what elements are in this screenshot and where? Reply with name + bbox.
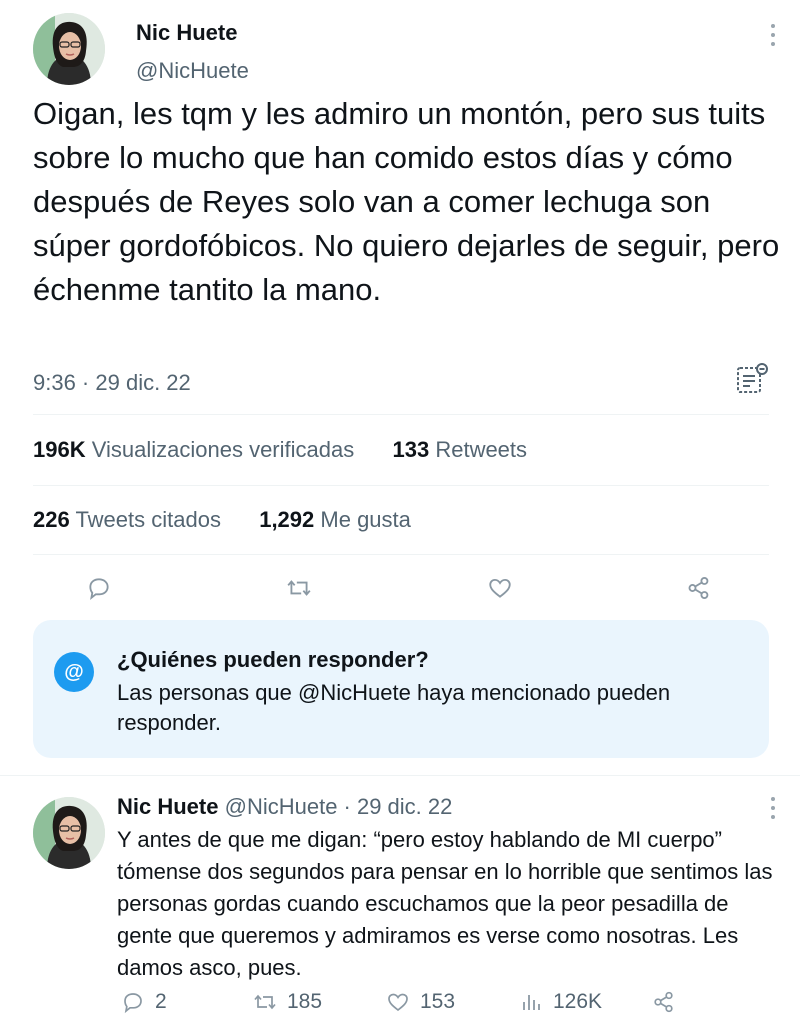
reply-restriction-body: Las personas que @NicHuete haya menciona… <box>117 680 671 735</box>
reply-meta[interactable]: @NicHuete · 29 dic. 22 <box>225 794 453 819</box>
timestamp[interactable]: 9:36 · 29 dic. 22 <box>33 370 191 396</box>
views-icon <box>523 995 540 1010</box>
tweet-text: Oigan, les tqm y les admiro un montón, p… <box>33 96 780 307</box>
retweet-icon <box>254 994 276 1010</box>
stats-row-views-retweets: 196K Visualizaciones verificadas 133 Ret… <box>33 437 527 463</box>
retweet-button[interactable] <box>284 573 314 603</box>
like-button[interactable] <box>485 573 515 603</box>
reply-reply-button[interactable]: 2 <box>121 990 167 1014</box>
divider <box>33 414 769 415</box>
more-options-icon[interactable] <box>768 797 778 819</box>
reply-icon <box>124 993 142 1014</box>
retweet-count: 185 <box>287 990 323 1013</box>
reply-count: 2 <box>155 990 167 1013</box>
views-count: 126K <box>553 990 603 1013</box>
like-icon <box>489 578 511 598</box>
reply-share-button[interactable] <box>652 990 676 1014</box>
quotes-stat[interactable]: 226 Tweets citados <box>33 507 221 532</box>
divider <box>33 554 769 555</box>
handle[interactable]: @NicHuete <box>136 58 249 84</box>
community-notes-icon[interactable] <box>736 362 770 394</box>
reply-display-name[interactable]: Nic Huete <box>117 794 218 819</box>
mention-icon: @ <box>54 652 94 692</box>
more-options-icon[interactable] <box>768 24 778 46</box>
thread-divider <box>0 775 800 776</box>
reply-restriction-title: ¿Quiénes pueden responder? <box>117 647 429 672</box>
avatar[interactable] <box>33 13 105 85</box>
retweets-stat[interactable]: 133 Retweets <box>392 437 527 462</box>
likes-stat[interactable]: 1,292 Me gusta <box>259 507 411 532</box>
reply-button[interactable] <box>84 573 114 603</box>
reply-restriction-banner: @ ¿Quiénes pueden responder? Las persona… <box>33 620 769 758</box>
share-icon <box>688 577 709 599</box>
divider <box>33 485 769 486</box>
share-button[interactable] <box>684 573 714 603</box>
reply-text: Y antes de que me digan: “pero estoy hab… <box>117 827 773 980</box>
display-name[interactable]: Nic Huete <box>136 20 237 46</box>
reply-header: Nic Huete @NicHuete · 29 dic. 22 <box>117 794 452 820</box>
reply-retweet-button[interactable]: 185 <box>253 990 322 1014</box>
avatar[interactable] <box>33 797 105 869</box>
retweet-icon <box>287 580 311 596</box>
views-stat[interactable]: 196K Visualizaciones verificadas <box>33 437 354 462</box>
reply-icon <box>89 578 109 600</box>
like-count: 153 <box>420 990 456 1013</box>
reply-views-button[interactable]: 126K <box>519 990 602 1014</box>
share-icon <box>654 991 673 1013</box>
reply-like-button[interactable]: 153 <box>386 990 455 1014</box>
like-icon <box>388 993 408 1012</box>
stats-row-quotes-likes: 226 Tweets citados 1,292 Me gusta <box>33 507 411 533</box>
